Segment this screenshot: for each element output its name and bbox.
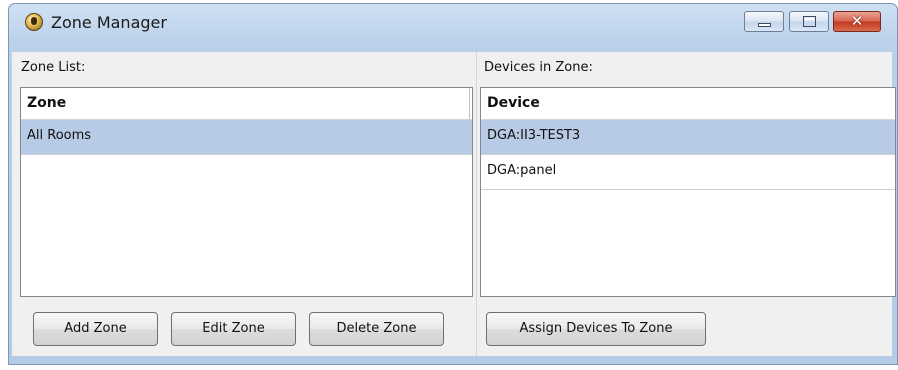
app-icon [25, 13, 43, 31]
device-list[interactable]: Device DGA:II3-TEST3 DGA:panel [480, 87, 896, 297]
device-row[interactable]: DGA:panel [481, 155, 895, 190]
assign-devices-button[interactable]: Assign Devices To Zone [486, 312, 706, 346]
device-name: DGA:panel [487, 163, 557, 178]
device-name: DGA:II3-TEST3 [487, 128, 581, 143]
device-row[interactable]: DGA:II3-TEST3 [481, 120, 895, 155]
column-separator [469, 88, 470, 119]
maximize-icon [803, 16, 816, 27]
close-icon: ✕ [850, 12, 864, 30]
zone-list[interactable]: Zone All Rooms [20, 87, 473, 297]
pane-divider [476, 52, 477, 356]
zone-list-label: Zone List: [21, 60, 86, 75]
device-column-header-label: Device [487, 95, 540, 111]
add-zone-button[interactable]: Add Zone [33, 312, 158, 346]
window-title: Zone Manager [51, 13, 167, 32]
minimize-icon [758, 23, 771, 27]
devices-in-zone-label: Devices in Zone: [484, 60, 593, 75]
client-area: Zone List: Devices in Zone: Zone All Roo… [12, 52, 896, 356]
edit-zone-button[interactable]: Edit Zone [171, 312, 296, 346]
maximize-button[interactable] [789, 11, 829, 32]
zone-row[interactable]: All Rooms [21, 120, 472, 155]
zone-name: All Rooms [27, 128, 92, 143]
close-button[interactable]: ✕ [833, 11, 881, 32]
minimize-button[interactable] [744, 11, 784, 32]
device-column-header[interactable]: Device [481, 88, 895, 120]
zone-column-header-label: Zone [27, 95, 67, 111]
title-bar[interactable]: Zone Manager ✕ [9, 4, 897, 46]
zone-column-header[interactable]: Zone [21, 88, 472, 120]
delete-zone-button[interactable]: Delete Zone [309, 312, 444, 346]
